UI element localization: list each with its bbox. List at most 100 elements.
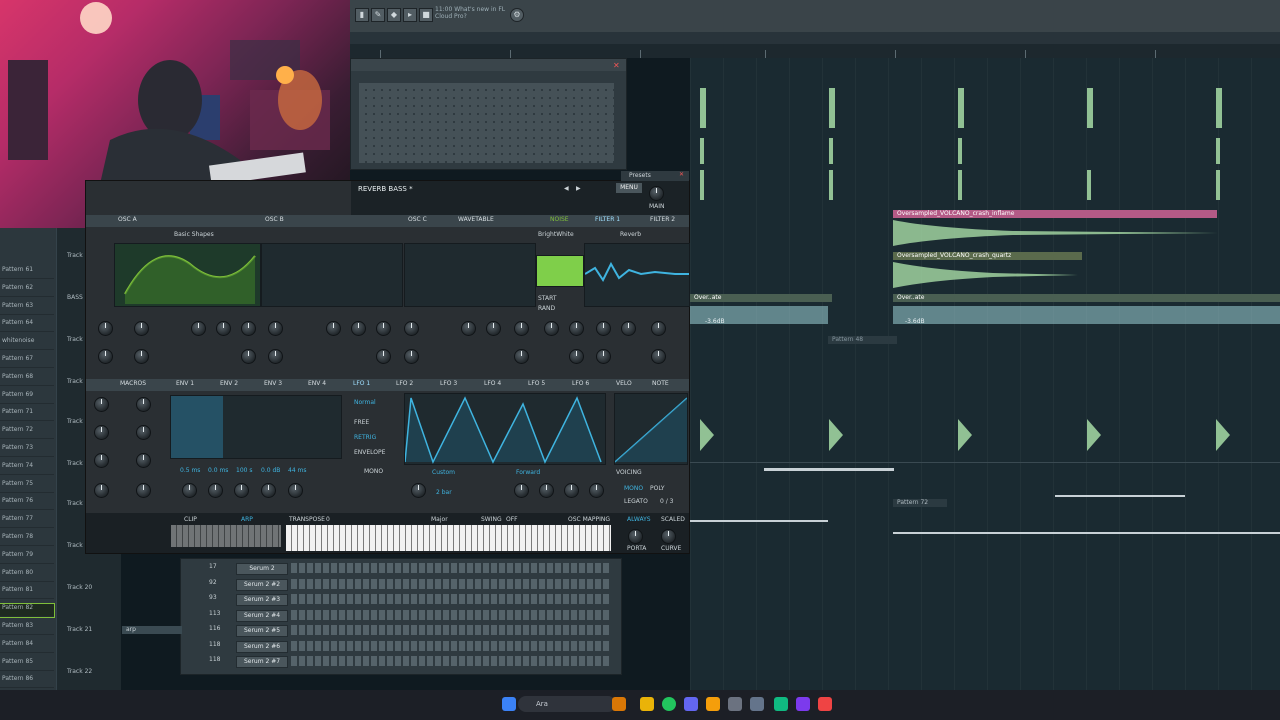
knob[interactable]: [216, 321, 231, 336]
record-icon[interactable]: ▮: [355, 8, 369, 22]
pattern-icon[interactable]: ◆: [387, 8, 401, 22]
voicing-mono[interactable]: MONO: [624, 485, 643, 492]
tab-lfo-5[interactable]: LFO 5: [524, 379, 549, 389]
track-header-label[interactable]: Track: [67, 460, 83, 467]
track-header-label[interactable]: Track: [67, 378, 83, 385]
pattern-list-item[interactable]: Pattern 73: [0, 444, 54, 457]
close-icon[interactable]: ✕: [679, 171, 684, 178]
channel-mixer-number[interactable]: 93: [209, 594, 217, 601]
tab-macros[interactable]: MACROS: [116, 379, 150, 389]
clip-pattern-72[interactable]: Pattern 72: [893, 499, 947, 507]
legato-label[interactable]: LEGATO: [624, 498, 648, 505]
macro-knob-7[interactable]: [94, 483, 109, 498]
pattern-list-item[interactable]: Pattern 80: [0, 569, 54, 582]
knob[interactable]: [326, 321, 341, 336]
lfo-option-free[interactable]: FREE: [354, 419, 369, 426]
noise-name[interactable]: BrightWhite: [538, 231, 574, 238]
channel-mixer-number[interactable]: 17: [209, 563, 217, 570]
tab-env-4[interactable]: ENV 4: [304, 379, 330, 389]
macro-knob-2[interactable]: [136, 397, 151, 412]
pattern-list-item[interactable]: Pattern 86: [0, 675, 54, 689]
pattern-list-item[interactable]: Pattern 82: [0, 603, 55, 619]
transpose-value[interactable]: 0: [326, 516, 330, 523]
track-header-label[interactable]: Track: [67, 500, 83, 507]
pattern-list-item[interactable]: Pattern 71: [0, 408, 54, 422]
channel-row[interactable]: 92 Serum 2 #2: [181, 578, 621, 593]
pattern-list-item[interactable]: Pattern 64: [0, 319, 54, 333]
channel-steps[interactable]: [291, 640, 611, 651]
track-header-label[interactable]: Track 22: [67, 668, 92, 675]
start-icon[interactable]: [502, 697, 516, 711]
channel-steps[interactable]: [291, 656, 611, 666]
preset-prev-icon[interactable]: ◀: [564, 185, 569, 192]
knob[interactable]: [376, 321, 391, 336]
channel-mixer-number[interactable]: 118: [209, 641, 220, 648]
channel-row[interactable]: 116 Serum 2 #5: [181, 625, 621, 639]
chrome-icon[interactable]: [662, 697, 676, 711]
track-header-label[interactable]: Track: [67, 542, 83, 549]
whatsapp-icon[interactable]: [774, 697, 788, 711]
knob[interactable]: [241, 349, 256, 364]
voicing-poly[interactable]: POLY: [650, 485, 665, 492]
curve-knob[interactable]: [661, 529, 676, 544]
knob[interactable]: [651, 321, 666, 336]
noise-display[interactable]: [536, 255, 584, 287]
channel-steps[interactable]: [291, 594, 611, 604]
track-header-label[interactable]: Track 21: [67, 626, 92, 633]
knob[interactable]: [569, 321, 584, 336]
pattern-list-item[interactable]: Pattern 78: [0, 533, 54, 546]
tool-icon[interactable]: ✎: [371, 8, 385, 22]
clip-pattern-48[interactable]: Pattern 48: [828, 336, 897, 344]
track-header-label[interactable]: Track: [67, 252, 83, 259]
pattern-list-item[interactable]: Pattern 77: [0, 515, 54, 529]
tab-lfo-1[interactable]: LFO 1: [349, 379, 374, 389]
channel-name-button[interactable]: Serum 2 #5: [236, 625, 288, 637]
app-icon[interactable]: [728, 697, 742, 711]
tab-osc-c[interactable]: OSC C: [404, 215, 431, 225]
app-icon[interactable]: [612, 697, 626, 711]
tab-osc-b[interactable]: OSC B: [261, 215, 288, 225]
channel-name-button[interactable]: Serum 2 #2: [236, 578, 288, 591]
channel-row[interactable]: 17 Serum 2: [181, 563, 621, 577]
knob[interactable]: [134, 349, 149, 364]
preset-name[interactable]: REVERB BASS *: [358, 185, 413, 193]
lfo-display[interactable]: [404, 393, 606, 465]
tab-env-2[interactable]: ENV 2: [216, 379, 242, 389]
tab-osc-a[interactable]: OSC A: [114, 215, 141, 225]
clip-crash-inflame[interactable]: Oversampled_VOLCANO_crash_inflame: [893, 210, 1217, 218]
knob[interactable]: [191, 321, 206, 336]
channel-name-button[interactable]: Serum 2 #3: [236, 594, 288, 606]
knob[interactable]: [404, 321, 419, 336]
knob[interactable]: [241, 321, 256, 336]
track-header-label[interactable]: Track 20: [67, 584, 92, 591]
track-header-label[interactable]: Track: [67, 336, 83, 343]
knob[interactable]: [182, 483, 197, 498]
knob[interactable]: [569, 349, 584, 364]
velo-display[interactable]: [614, 393, 688, 465]
osc-b-display[interactable]: [261, 243, 403, 307]
env-display[interactable]: [170, 395, 342, 459]
tab-note[interactable]: NOTE: [648, 379, 673, 389]
tab-filter-2[interactable]: FILTER 2: [646, 215, 679, 225]
porta-knob[interactable]: [628, 529, 643, 544]
always-label[interactable]: ALWAYS: [627, 516, 651, 523]
knob[interactable]: [268, 321, 283, 336]
knob[interactable]: [288, 483, 303, 498]
track-header-label[interactable]: BASS: [67, 294, 83, 301]
channel-steps[interactable]: [291, 609, 611, 620]
channel-row[interactable]: 118 Serum 2 #7: [181, 656, 621, 670]
lfo-mode[interactable]: Normal: [354, 399, 376, 406]
app-icon[interactable]: [818, 697, 832, 711]
pattern-list-item[interactable]: Pattern 68: [0, 373, 54, 386]
clip-crash-quartz[interactable]: Oversampled_VOLCANO_crash_quartz: [893, 252, 1082, 260]
tab-filter-1[interactable]: FILTER 1: [591, 215, 624, 225]
pattern-list-item[interactable]: Pattern 83: [0, 622, 54, 635]
tab-lfo-3[interactable]: LFO 3: [436, 379, 461, 389]
channel-rack-top[interactable]: ✕: [350, 58, 627, 170]
piano-keyboard[interactable]: [286, 525, 611, 551]
pattern-list-item[interactable]: Pattern 74: [0, 462, 54, 475]
macro-knob-6[interactable]: [136, 453, 151, 468]
scaled-label[interactable]: SCALED: [661, 516, 685, 523]
pattern-list-item[interactable]: Pattern 84: [0, 640, 54, 653]
clip-overate-1[interactable]: Over..ate: [690, 294, 832, 302]
